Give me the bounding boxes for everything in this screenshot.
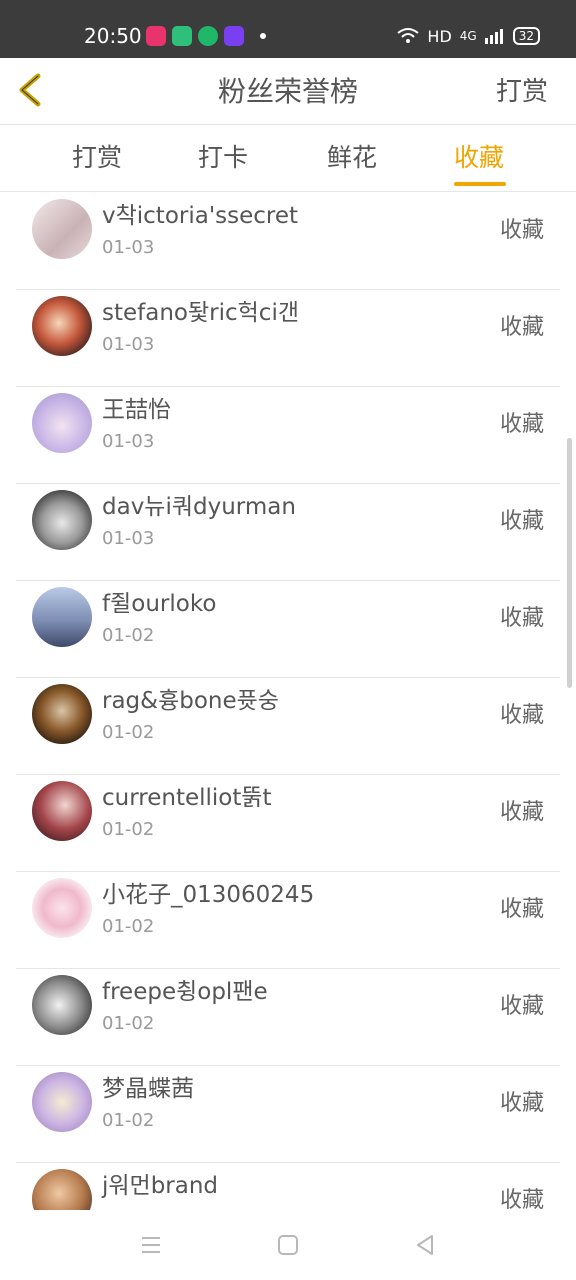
list-item[interactable]: dav뉴i쿼dyurman 01-03 收藏 [16, 483, 560, 581]
avatar [32, 587, 92, 647]
fan-list[interactable]: v착ictoria'ssecret 01-03 收藏 stefano돷ric헉c… [0, 192, 576, 1210]
tab-flowers[interactable]: 鲜花 [327, 141, 377, 175]
item-date: 01-03 [102, 334, 155, 355]
list-item[interactable]: v착ictoria'ssecret 01-03 收藏 [16, 192, 560, 290]
favorite-label: 收藏 [499, 606, 544, 631]
avatar [32, 975, 92, 1035]
favorite-label: 收藏 [499, 1188, 544, 1210]
avatar [32, 1169, 92, 1210]
reward-button[interactable]: 打赏 [496, 74, 548, 110]
item-date: 01-03 [102, 431, 155, 452]
user-name: v착ictoria'ssecret [102, 203, 299, 229]
favorite-label: 收藏 [499, 800, 544, 825]
user-name: j워먼brand [102, 1173, 219, 1199]
favorite-label: 收藏 [499, 1091, 544, 1116]
active-tab-indicator [454, 182, 506, 186]
circle-app-icon [198, 26, 218, 46]
item-date: 01-02 [102, 916, 155, 937]
status-bar: 20:50 HD 4G 32 [0, 0, 576, 58]
item-date: 01-03 [102, 528, 155, 549]
back-triangle-icon[interactable] [412, 1232, 438, 1258]
list-item[interactable]: freepe췽opl팬e 01-02 收藏 [16, 968, 560, 1066]
user-name: rag&흉bone퓻숭 [102, 688, 279, 714]
user-name: currentelliot뚥t [102, 785, 272, 811]
tab-bar: 打赏 打卡 鲜花 收藏 [0, 125, 576, 192]
item-date: 01-02 [102, 722, 155, 743]
avatar [32, 1072, 92, 1132]
battery-level: 32 [512, 27, 540, 45]
page-header: 粉丝荣誉榜 打赏 [0, 58, 576, 125]
item-date: 01-02 [102, 819, 155, 840]
favorite-label: 收藏 [499, 509, 544, 534]
tab-checkin[interactable]: 打卡 [198, 141, 248, 175]
favorite-label: 收藏 [499, 412, 544, 437]
scrollbar[interactable] [567, 438, 572, 688]
item-date: 01-02 [102, 1110, 155, 1131]
list-item[interactable]: rag&흉bone퓻숭 01-02 收藏 [16, 677, 560, 775]
item-date: 01-02 [102, 625, 155, 646]
favorite-label: 收藏 [499, 994, 544, 1019]
list-item[interactable]: f쥘ourloko 01-02 收藏 [16, 580, 560, 678]
user-name: stefano돷ric헉ci갠 [102, 300, 299, 326]
user-name: dav뉴i쿼dyurman [102, 494, 296, 520]
network-type: HD [427, 26, 452, 46]
avatar [32, 781, 92, 841]
list-item[interactable]: stefano돷ric헉ci갠 01-03 收藏 [16, 289, 560, 387]
wifi-icon [397, 28, 420, 43]
list-item[interactable]: 梦晶蝶茜 01-02 收藏 [16, 1065, 560, 1163]
tab-favorites[interactable]: 收藏 [454, 141, 504, 175]
user-name: f쥘ourloko [102, 591, 217, 617]
favorite-label: 收藏 [499, 218, 544, 243]
green-app-icon [172, 26, 192, 46]
list-item[interactable]: 小花子_013060245 01-02 收藏 [16, 871, 560, 969]
signal-type: 4G [459, 29, 477, 43]
video-app-icon-2 [224, 26, 244, 46]
avatar [32, 878, 92, 938]
favorite-label: 收藏 [499, 897, 544, 922]
signal-bars-icon [484, 29, 503, 44]
item-date: 01-02 [102, 1013, 155, 1034]
list-item[interactable]: j워먼brand 收藏 [16, 1162, 560, 1210]
list-item[interactable]: currentelliot뚥t 01-02 收藏 [16, 774, 560, 872]
avatar [32, 393, 92, 453]
page-title: 粉丝荣誉榜 [217, 75, 358, 108]
avatar [32, 199, 92, 259]
list-item[interactable]: 王喆怡 01-03 收藏 [16, 386, 560, 484]
avatar [32, 490, 92, 550]
status-app-icons [146, 25, 266, 47]
menu-icon[interactable] [138, 1232, 164, 1258]
video-app-icon [146, 26, 166, 46]
notification-dot-icon [260, 33, 266, 39]
user-name: 梦晶蝶茜 [102, 1076, 194, 1102]
tab-reward[interactable]: 打赏 [72, 141, 122, 175]
status-indicators: HD 4G 32 [397, 22, 540, 50]
user-name: 王喆怡 [102, 397, 171, 423]
home-square-icon[interactable] [275, 1232, 301, 1258]
avatar [32, 296, 92, 356]
status-time: 20:50 [84, 24, 142, 48]
system-nav-bar [0, 1210, 576, 1280]
favorite-label: 收藏 [499, 703, 544, 728]
item-date: 01-03 [102, 237, 155, 258]
favorite-label: 收藏 [499, 315, 544, 340]
user-name: 小花子_013060245 [102, 882, 315, 908]
avatar [32, 684, 92, 744]
user-name: freepe췽opl팬e [102, 979, 268, 1005]
